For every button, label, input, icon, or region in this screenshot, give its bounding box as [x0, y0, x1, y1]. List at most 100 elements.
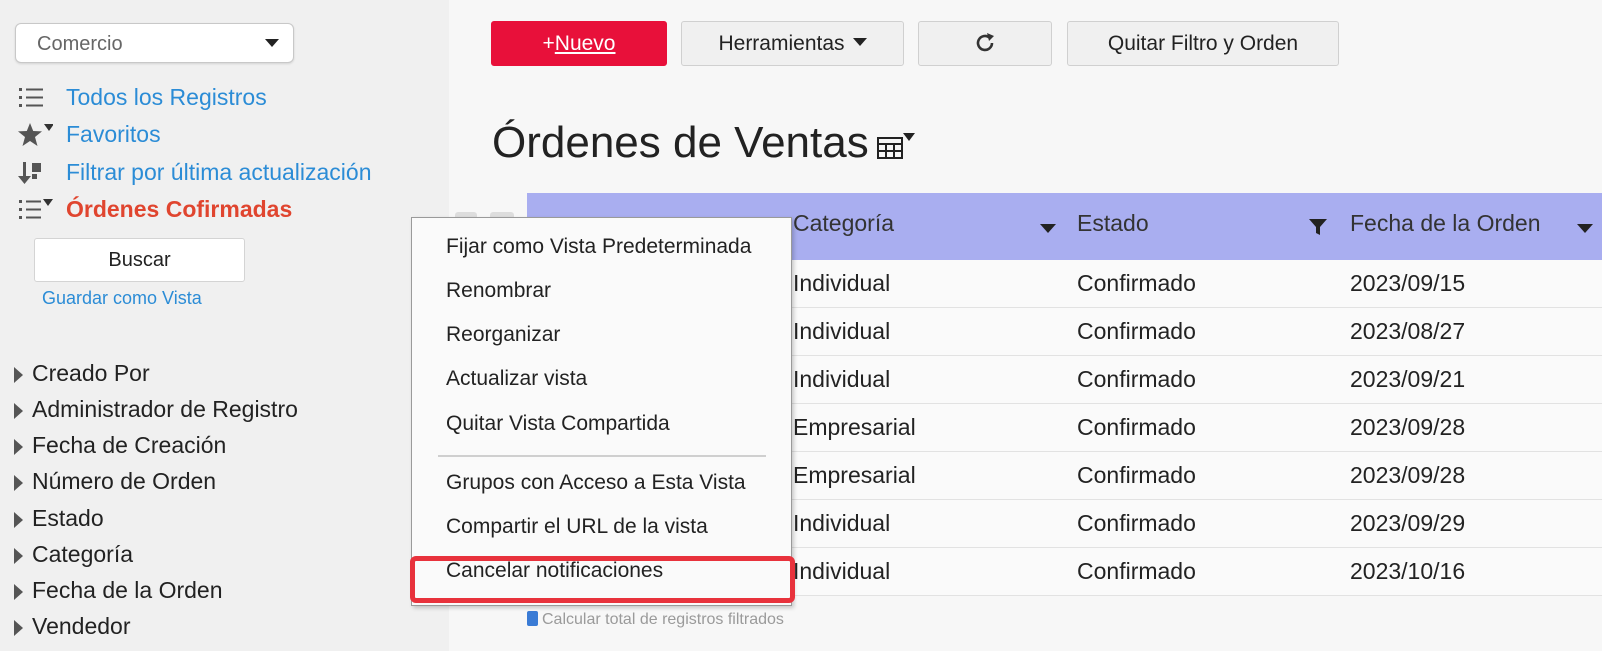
app-select-value: Comercio [37, 33, 123, 55]
calculate-total-link[interactable]: Calcular total de registros filtrados [527, 611, 784, 629]
field-item-label: Categoría [32, 541, 134, 567]
new-label: Nuevo [554, 32, 616, 55]
cell-order-date: 2023/09/28 [1350, 414, 1466, 440]
menu-item-remove-shared-view[interactable]: Quitar Vista Compartida [412, 404, 791, 444]
field-item-category[interactable]: Categoría [14, 539, 434, 569]
field-item-label: Estado [32, 505, 104, 531]
search-button[interactable]: Buscar [34, 238, 245, 282]
view-item-last-updated[interactable]: Filtrar por última actualización [17, 156, 437, 188]
cell-order-date: 2023/09/29 [1350, 510, 1466, 536]
view-item-all-records[interactable]: Todos los Registros [17, 81, 437, 113]
page-title: Órdenes de Ventas [492, 118, 869, 167]
list-icon [19, 88, 43, 107]
cell-category: Empresarial [793, 462, 916, 488]
cell-order-date: 2023/09/28 [1350, 462, 1466, 488]
cell-status: Confirmado [1077, 366, 1196, 392]
tools-label: Herramientas [718, 32, 845, 55]
menu-item-label: Actualizar vista [446, 367, 588, 390]
cell-status: Confirmado [1077, 558, 1196, 584]
menu-item-label: Renombrar [446, 279, 552, 302]
chevron-down-icon [265, 39, 279, 47]
caret-right-icon [14, 475, 23, 491]
column-header-category[interactable]: Categoría [793, 210, 894, 237]
cell-category: Individual [793, 318, 891, 344]
view-context-menu: Fijar como Vista Predeterminada Renombra… [411, 217, 792, 606]
field-item-creation-date[interactable]: Fecha de Creación [14, 430, 434, 460]
new-record-button[interactable]: +Nuevo [491, 21, 667, 66]
view-item-confirmed-orders[interactable]: Órdenes Cofirmadas [17, 193, 437, 225]
refresh-button[interactable] [918, 21, 1052, 66]
menu-divider [438, 455, 766, 457]
cell-status: Confirmado [1077, 414, 1196, 440]
calculator-icon [527, 611, 538, 626]
menu-item-label: Grupos con Acceso a Esta Vista [446, 471, 746, 494]
menu-item-label: Fijar como Vista Predeterminada [446, 235, 752, 258]
view-item-label: Filtrar por última actualización [66, 159, 372, 185]
sidebar: Comercio Todos los Registros Favoritos F… [0, 0, 449, 651]
star-filter-icon [18, 123, 53, 146]
cell-status: Confirmado [1077, 510, 1196, 536]
caret-right-icon [14, 512, 23, 528]
cell-category: Individual [793, 510, 891, 536]
field-item-label: Número de Orden [32, 468, 217, 494]
cell-order-date: 2023/09/15 [1350, 270, 1466, 296]
caret-right-icon [14, 548, 23, 564]
cell-category: Empresarial [793, 414, 916, 440]
cell-order-date: 2023/08/27 [1350, 318, 1466, 344]
highlight-box [410, 556, 795, 603]
table-icon[interactable] [876, 130, 920, 164]
view-item-label: Órdenes Cofirmadas [66, 196, 293, 222]
menu-item-label: Reorganizar [446, 323, 561, 346]
column-header-order-date[interactable]: Fecha de la Orden [1350, 210, 1541, 237]
chevron-down-icon [852, 38, 867, 47]
clear-filter-sort-button[interactable]: Quitar Filtro y Orden [1067, 21, 1339, 66]
view-item-label: Favoritos [66, 121, 161, 147]
field-item-label: Fecha de Creación [32, 432, 227, 458]
menu-item-label: Compartir el URL de la vista [446, 515, 708, 538]
field-item-order-number[interactable]: Número de Orden [14, 466, 434, 496]
menu-item-share-url[interactable]: Compartir el URL de la vista [412, 507, 791, 547]
menu-item-update-view[interactable]: Actualizar vista [412, 359, 791, 399]
field-item-created-by[interactable]: Creado Por [14, 358, 434, 388]
field-item-record-admin[interactable]: Administrador de Registro [14, 394, 434, 424]
cell-order-date: 2023/09/21 [1350, 366, 1466, 392]
list-filter-icon [19, 199, 53, 219]
app-select-dropdown[interactable]: Comercio [15, 23, 294, 63]
cell-status: Confirmado [1077, 462, 1196, 488]
save-as-view-link[interactable]: Guardar como Vista [42, 288, 202, 309]
new-prefix: + [542, 32, 555, 55]
sort-caret-icon[interactable] [1577, 224, 1593, 233]
cell-category: Individual [793, 270, 891, 296]
column-header-status[interactable]: Estado [1077, 210, 1149, 237]
caret-right-icon [14, 403, 23, 419]
field-item-status[interactable]: Estado [14, 503, 434, 533]
view-item-label: Todos los Registros [66, 84, 267, 110]
field-item-label: Vendedor [32, 613, 131, 639]
cell-category: Individual [793, 366, 891, 392]
calculate-total-label: Calcular total de registros filtrados [542, 611, 784, 628]
field-item-order-date[interactable]: Fecha de la Orden [14, 575, 434, 605]
menu-item-label: Quitar Vista Compartida [446, 412, 670, 435]
caret-right-icon [14, 620, 23, 636]
menu-item-set-default-view[interactable]: Fijar como Vista Predeterminada [412, 227, 791, 267]
menu-item-groups-access[interactable]: Grupos con Acceso a Esta Vista [412, 463, 791, 503]
filter-icon[interactable] [1309, 218, 1327, 236]
cell-status: Confirmado [1077, 318, 1196, 344]
view-item-favorites[interactable]: Favoritos [17, 118, 437, 150]
field-item-label: Creado Por [32, 360, 150, 386]
field-item-label: Fecha de la Orden [32, 577, 223, 603]
field-item-label: Administrador de Registro [32, 396, 298, 422]
sort-caret-icon[interactable] [1040, 224, 1056, 233]
sort-down-icon [18, 162, 41, 184]
tools-dropdown-button[interactable]: Herramientas [681, 21, 904, 66]
cell-status: Confirmado [1077, 270, 1196, 296]
caret-right-icon [14, 439, 23, 455]
cell-order-date: 2023/10/16 [1350, 558, 1466, 584]
caret-right-icon [14, 584, 23, 600]
field-item-seller[interactable]: Vendedor [14, 611, 434, 641]
caret-right-icon [14, 367, 23, 383]
menu-item-reorganize[interactable]: Reorganizar [412, 315, 791, 355]
cell-category: Individual [793, 558, 891, 584]
refresh-icon [976, 33, 994, 52]
menu-item-rename[interactable]: Renombrar [412, 271, 791, 311]
